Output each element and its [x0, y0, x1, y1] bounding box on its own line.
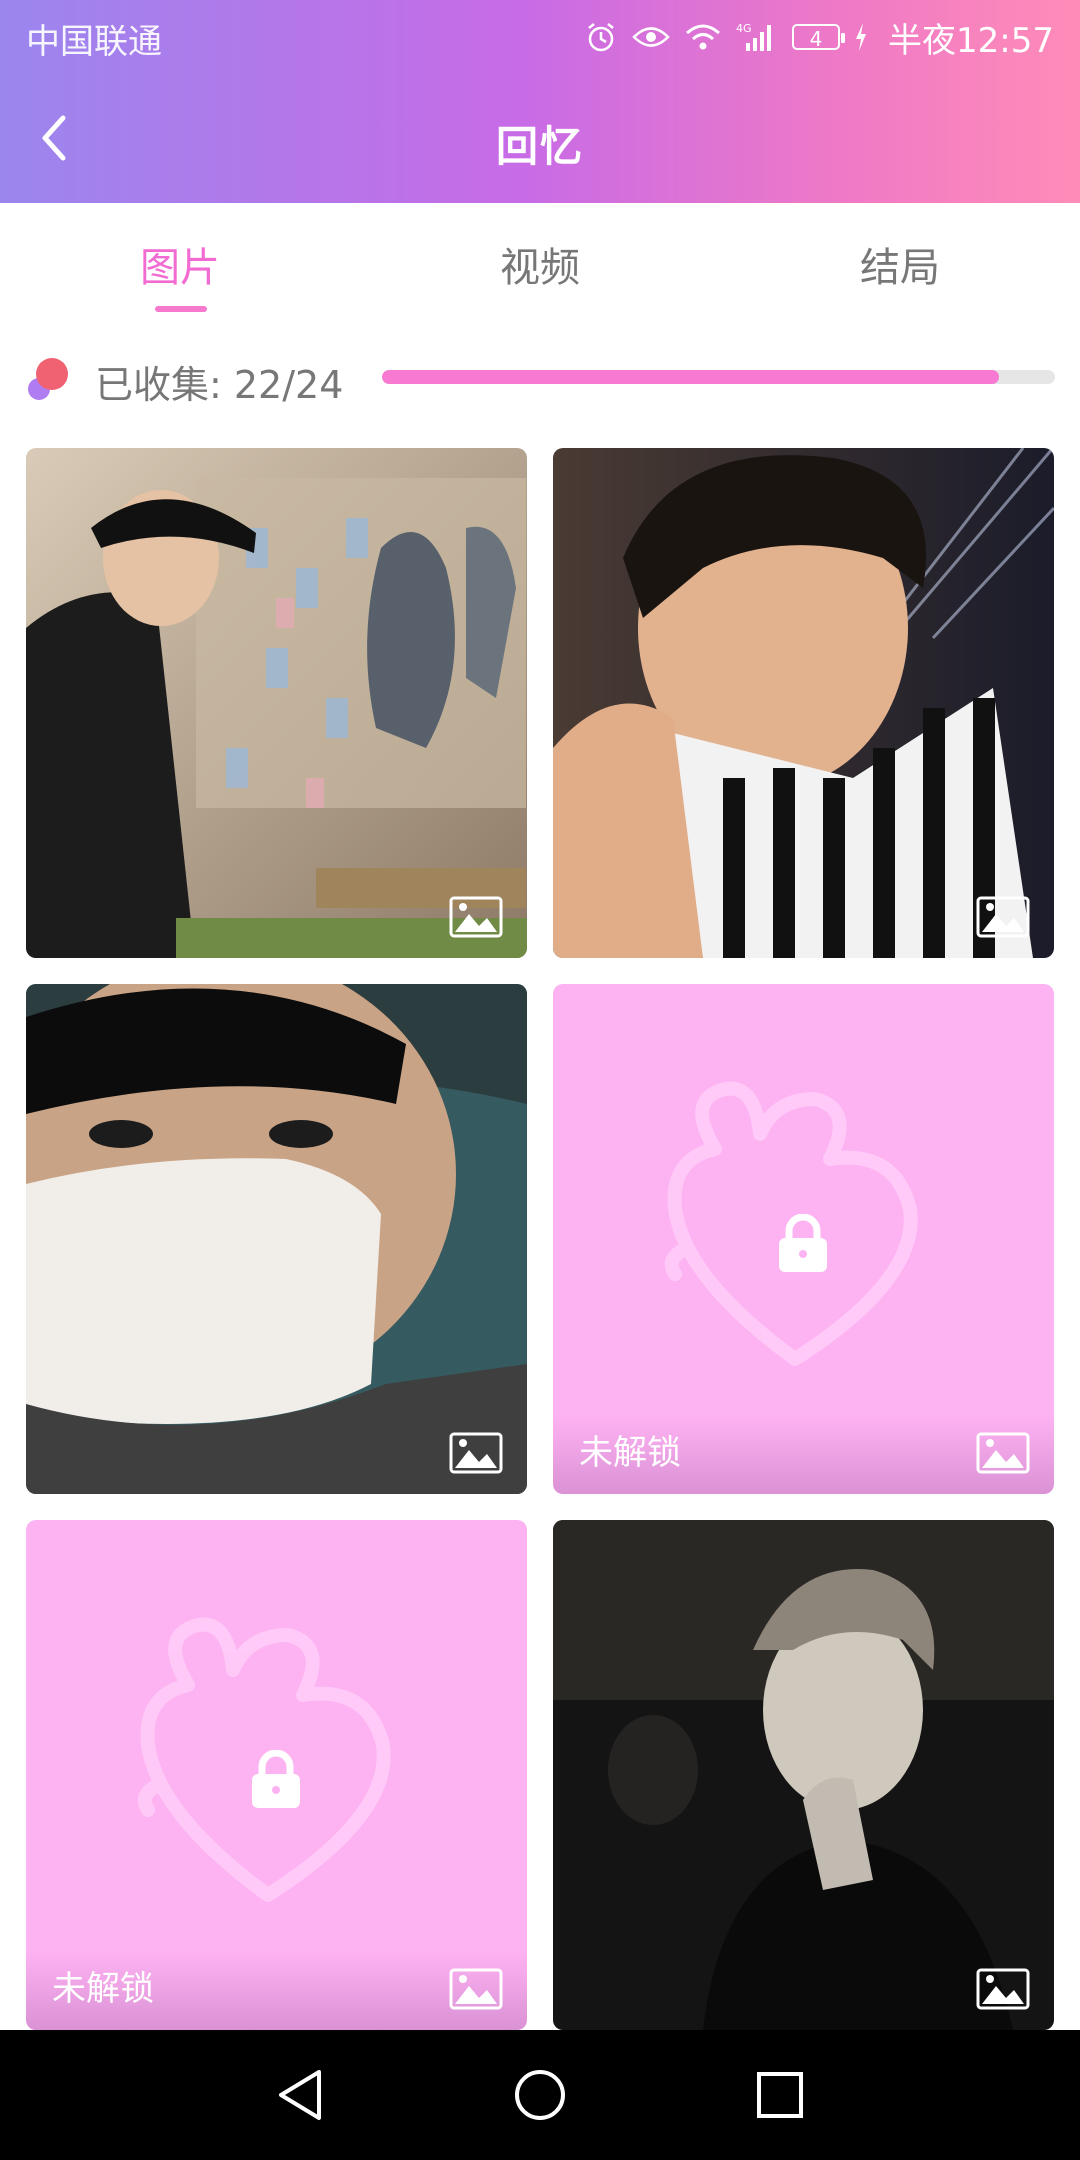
collection-progress: 已收集: 22/24 [0, 340, 1080, 420]
progress-bar [382, 370, 1055, 384]
status-bar: 中国联通 4G 4 半夜12:57 [0, 0, 1080, 75]
photo-thumbnail [553, 1520, 1054, 2030]
collection-count: 已收集: 22/24 [95, 363, 344, 407]
header-background: 中国联通 4G 4 半夜12:57 回忆 [0, 0, 1080, 203]
gallery-card-2[interactable] [553, 448, 1054, 958]
image-icon [449, 896, 503, 938]
triangle-back-icon [279, 2070, 321, 2120]
clock: 半夜12:57 [888, 20, 1054, 61]
image-icon [449, 1968, 503, 2010]
gallery-card-3[interactable] [26, 984, 527, 1494]
gallery-card-1[interactable] [26, 448, 527, 958]
photo-thumbnail [26, 984, 527, 1494]
nav-back-button[interactable] [260, 2060, 340, 2130]
collection-dots-icon [28, 358, 68, 400]
locked-label: 未解锁 [52, 1969, 154, 2009]
lock-icon [252, 1750, 300, 1808]
progress-fill [382, 370, 1000, 384]
nav-recents-button[interactable] [740, 2060, 820, 2130]
photo-thumbnail [26, 448, 527, 958]
charging-icon [856, 23, 867, 51]
status-icons: 4G 4 半夜12:57 [584, 12, 1054, 62]
wifi-icon [686, 24, 721, 50]
image-icon [976, 1432, 1030, 1474]
image-icon [976, 1968, 1030, 2010]
tab-videos[interactable]: 视频 [360, 235, 720, 293]
tab-images[interactable]: 图片 [0, 235, 360, 293]
app-bar: 回忆 [0, 75, 1080, 203]
square-recents-icon [757, 2072, 803, 2118]
battery-icon: 4 [792, 24, 846, 51]
network-label: 4G [736, 22, 752, 35]
gallery-card-locked-2[interactable]: 未解锁 [26, 1520, 527, 2030]
alarm-icon [588, 23, 614, 52]
tab-endings[interactable]: 结局 [720, 235, 1080, 293]
photo-thumbnail [553, 448, 1054, 958]
eye-icon [632, 27, 670, 47]
gallery-card-locked-1[interactable]: 未解锁 [553, 984, 1054, 1494]
lock-icon [779, 1214, 827, 1272]
gallery-card-6[interactable] [553, 1520, 1054, 2030]
system-nav-bar [0, 2030, 1080, 2160]
image-icon [449, 1432, 503, 1474]
nav-home-button[interactable] [500, 2060, 580, 2130]
page-title: 回忆 [495, 122, 584, 171]
active-tab-indicator [155, 306, 207, 312]
locked-label: 未解锁 [579, 1433, 681, 1473]
circle-home-icon [515, 2070, 565, 2120]
signal-icon: 4G [736, 22, 772, 51]
carrier-label: 中国联通 [26, 22, 162, 62]
image-icon [976, 896, 1030, 938]
tab-bar: 图片 视频 结局 [0, 203, 1080, 323]
